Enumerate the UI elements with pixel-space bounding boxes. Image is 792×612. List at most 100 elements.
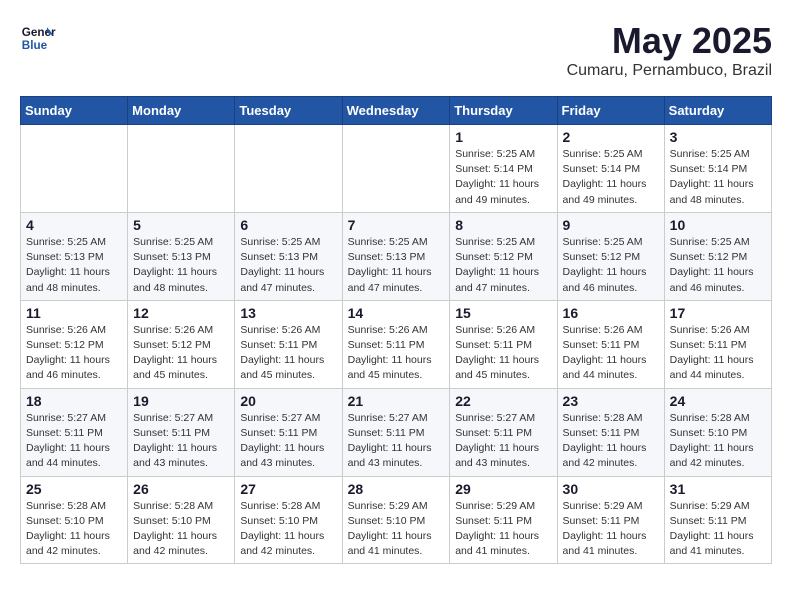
logo: General Blue (20, 20, 56, 56)
calendar-week-row: 11Sunrise: 5:26 AM Sunset: 5:12 PM Dayli… (21, 300, 772, 388)
day-number: 28 (348, 481, 445, 497)
calendar-header-row: SundayMondayTuesdayWednesdayThursdayFrid… (21, 97, 772, 125)
day-number: 3 (670, 129, 766, 145)
day-info: Sunrise: 5:25 AM Sunset: 5:12 PM Dayligh… (563, 235, 659, 296)
calendar-day-cell: 14Sunrise: 5:26 AM Sunset: 5:11 PM Dayli… (342, 300, 450, 388)
calendar-day-cell: 15Sunrise: 5:26 AM Sunset: 5:11 PM Dayli… (450, 300, 557, 388)
day-info: Sunrise: 5:25 AM Sunset: 5:12 PM Dayligh… (670, 235, 766, 296)
day-info: Sunrise: 5:29 AM Sunset: 5:11 PM Dayligh… (670, 499, 766, 560)
day-number: 13 (240, 305, 336, 321)
location-subtitle: Cumaru, Pernambuco, Brazil (567, 62, 772, 80)
day-number: 26 (133, 481, 229, 497)
calendar-day-cell: 9 Sunrise: 5:25 AM Sunset: 5:12 PM Daylig… (557, 212, 664, 300)
calendar-day-cell: 27Sunrise: 5:28 AM Sunset: 5:10 PM Dayli… (235, 476, 342, 564)
day-number: 9 (563, 217, 659, 233)
day-info: Sunrise: 5:25 AM Sunset: 5:13 PM Dayligh… (26, 235, 122, 296)
title-block: May 2025 Cumaru, Pernambuco, Brazil (567, 20, 772, 80)
day-info: Sunrise: 5:25 AM Sunset: 5:14 PM Dayligh… (563, 147, 659, 208)
calendar-table: SundayMondayTuesdayWednesdayThursdayFrid… (20, 96, 772, 564)
day-info: Sunrise: 5:27 AM Sunset: 5:11 PM Dayligh… (348, 411, 445, 472)
calendar-day-cell: 26 Sunrise: 5:28 AM Sunset: 5:10 PM Dayli… (128, 476, 235, 564)
day-info: Sunrise: 5:25 AM Sunset: 5:13 PM Dayligh… (133, 235, 229, 296)
day-number: 29 (455, 481, 551, 497)
calendar-week-row: 4 Sunrise: 5:25 AM Sunset: 5:13 PM Daylig… (21, 212, 772, 300)
day-number: 4 (26, 217, 122, 233)
day-info: Sunrise: 5:26 AM Sunset: 5:11 PM Dayligh… (670, 323, 766, 384)
day-info: Sunrise: 5:28 AM Sunset: 5:10 PM Dayligh… (26, 499, 122, 560)
day-number: 21 (348, 393, 445, 409)
calendar-day-cell: 11Sunrise: 5:26 AM Sunset: 5:12 PM Dayli… (21, 300, 128, 388)
calendar-day-cell: 6 Sunrise: 5:25 AM Sunset: 5:13 PM Daylig… (235, 212, 342, 300)
day-info: Sunrise: 5:27 AM Sunset: 5:11 PM Dayligh… (240, 411, 336, 472)
day-info: Sunrise: 5:29 AM Sunset: 5:11 PM Dayligh… (563, 499, 659, 560)
day-info: Sunrise: 5:26 AM Sunset: 5:12 PM Dayligh… (133, 323, 229, 384)
day-info: Sunrise: 5:25 AM Sunset: 5:13 PM Dayligh… (348, 235, 445, 296)
day-info: Sunrise: 5:28 AM Sunset: 5:10 PM Dayligh… (133, 499, 229, 560)
day-info: Sunrise: 5:28 AM Sunset: 5:10 PM Dayligh… (670, 411, 766, 472)
day-of-week-header: Thursday (450, 97, 557, 125)
page-header: General Blue May 2025 Cumaru, Pernambuco… (20, 20, 772, 80)
calendar-day-cell: 20 Sunrise: 5:27 AM Sunset: 5:11 PM Dayli… (235, 388, 342, 476)
day-of-week-header: Sunday (21, 97, 128, 125)
day-number: 7 (348, 217, 445, 233)
calendar-day-cell (128, 125, 235, 213)
day-number: 17 (670, 305, 766, 321)
day-info: Sunrise: 5:26 AM Sunset: 5:11 PM Dayligh… (348, 323, 445, 384)
day-number: 20 (240, 393, 336, 409)
day-number: 30 (563, 481, 659, 497)
day-number: 12 (133, 305, 229, 321)
calendar-day-cell: 12 Sunrise: 5:26 AM Sunset: 5:12 PM Dayli… (128, 300, 235, 388)
day-info: Sunrise: 5:26 AM Sunset: 5:11 PM Dayligh… (240, 323, 336, 384)
day-number: 5 (133, 217, 229, 233)
day-info: Sunrise: 5:27 AM Sunset: 5:11 PM Dayligh… (26, 411, 122, 472)
calendar-day-cell (21, 125, 128, 213)
calendar-week-row: 1Sunrise: 5:25 AM Sunset: 5:14 PM Daylig… (21, 125, 772, 213)
day-number: 25 (26, 481, 122, 497)
calendar-week-row: 25 Sunrise: 5:28 AM Sunset: 5:10 PM Dayli… (21, 476, 772, 564)
calendar-day-cell: 16 Sunrise: 5:26 AM Sunset: 5:11 PM Dayli… (557, 300, 664, 388)
calendar-day-cell: 2 Sunrise: 5:25 AM Sunset: 5:14 PM Daylig… (557, 125, 664, 213)
day-number: 24 (670, 393, 766, 409)
svg-text:Blue: Blue (22, 39, 48, 52)
day-info: Sunrise: 5:28 AM Sunset: 5:11 PM Dayligh… (563, 411, 659, 472)
day-number: 31 (670, 481, 766, 497)
calendar-day-cell (342, 125, 450, 213)
day-info: Sunrise: 5:25 AM Sunset: 5:14 PM Dayligh… (455, 147, 551, 208)
month-title: May 2025 (567, 20, 772, 62)
day-info: Sunrise: 5:29 AM Sunset: 5:10 PM Dayligh… (348, 499, 445, 560)
calendar-day-cell: 8 Sunrise: 5:25 AM Sunset: 5:12 PM Daylig… (450, 212, 557, 300)
calendar-day-cell: 13 Sunrise: 5:26 AM Sunset: 5:11 PM Dayli… (235, 300, 342, 388)
calendar-day-cell: 22Sunrise: 5:27 AM Sunset: 5:11 PM Dayli… (450, 388, 557, 476)
day-info: Sunrise: 5:26 AM Sunset: 5:12 PM Dayligh… (26, 323, 122, 384)
day-of-week-header: Monday (128, 97, 235, 125)
calendar-day-cell: 1Sunrise: 5:25 AM Sunset: 5:14 PM Daylig… (450, 125, 557, 213)
calendar-day-cell: 28 Sunrise: 5:29 AM Sunset: 5:10 PM Dayli… (342, 476, 450, 564)
calendar-day-cell: 7 Sunrise: 5:25 AM Sunset: 5:13 PM Daylig… (342, 212, 450, 300)
day-number: 23 (563, 393, 659, 409)
day-number: 8 (455, 217, 551, 233)
logo-icon: General Blue (20, 20, 56, 56)
calendar-week-row: 18Sunrise: 5:27 AM Sunset: 5:11 PM Dayli… (21, 388, 772, 476)
day-info: Sunrise: 5:26 AM Sunset: 5:11 PM Dayligh… (563, 323, 659, 384)
day-number: 16 (563, 305, 659, 321)
day-info: Sunrise: 5:25 AM Sunset: 5:14 PM Dayligh… (670, 147, 766, 208)
calendar-day-cell: 5 Sunrise: 5:25 AM Sunset: 5:13 PM Daylig… (128, 212, 235, 300)
calendar-day-cell: 30 Sunrise: 5:29 AM Sunset: 5:11 PM Dayli… (557, 476, 664, 564)
calendar-day-cell: 4 Sunrise: 5:25 AM Sunset: 5:13 PM Daylig… (21, 212, 128, 300)
calendar-day-cell: 3 Sunrise: 5:25 AM Sunset: 5:14 PM Daylig… (664, 125, 771, 213)
day-of-week-header: Tuesday (235, 97, 342, 125)
day-of-week-header: Saturday (664, 97, 771, 125)
day-number: 2 (563, 129, 659, 145)
calendar-day-cell: 17 Sunrise: 5:26 AM Sunset: 5:11 PM Dayli… (664, 300, 771, 388)
day-number: 22 (455, 393, 551, 409)
day-info: Sunrise: 5:26 AM Sunset: 5:11 PM Dayligh… (455, 323, 551, 384)
day-info: Sunrise: 5:27 AM Sunset: 5:11 PM Dayligh… (133, 411, 229, 472)
day-of-week-header: Wednesday (342, 97, 450, 125)
calendar-day-cell: 31 Sunrise: 5:29 AM Sunset: 5:11 PM Dayli… (664, 476, 771, 564)
day-number: 27 (240, 481, 336, 497)
day-number: 6 (240, 217, 336, 233)
day-info: Sunrise: 5:25 AM Sunset: 5:12 PM Dayligh… (455, 235, 551, 296)
calendar-day-cell: 25 Sunrise: 5:28 AM Sunset: 5:10 PM Dayli… (21, 476, 128, 564)
calendar-day-cell: 29Sunrise: 5:29 AM Sunset: 5:11 PM Dayli… (450, 476, 557, 564)
day-info: Sunrise: 5:25 AM Sunset: 5:13 PM Dayligh… (240, 235, 336, 296)
